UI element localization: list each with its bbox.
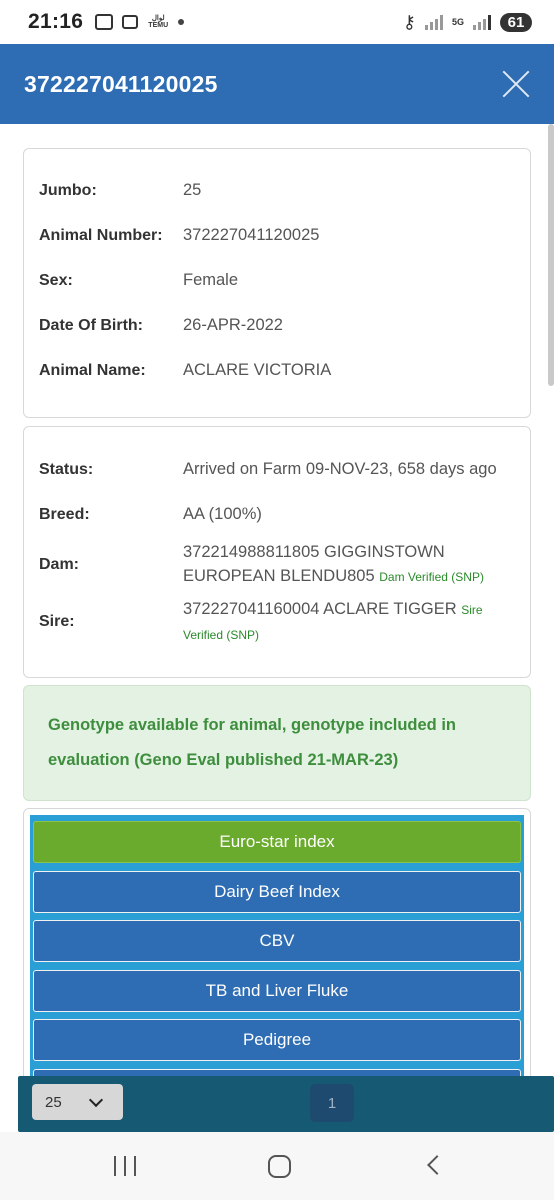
status-right-icons: ⚷ 5G 61 — [403, 12, 532, 33]
status-time: 21:16 — [28, 10, 84, 33]
menu-dairy-beef-index[interactable]: Dairy Beef Index — [33, 871, 521, 913]
info-value: Female — [183, 271, 239, 289]
info-value: 26-APR-2022 — [183, 316, 283, 334]
vpn-key-icon: ⚷ — [402, 11, 416, 32]
page-number-button[interactable]: 1 — [310, 1084, 354, 1122]
menu-euro-star-index[interactable]: Euro-star index — [33, 821, 521, 863]
page-size-value: 25 — [45, 1093, 62, 1111]
breed-value: AA (100%) — [183, 505, 262, 523]
modal-title: 372227041120025 — [24, 70, 218, 97]
status-value: Arrived on Farm 09-NOV-23, 658 days ago — [183, 460, 497, 478]
page-size-select[interactable]: 25 — [32, 1084, 123, 1120]
sire-value-block: 372227041160004 ACLARE TIGGER Sire Verif… — [183, 597, 503, 647]
dam-value-block: 372214988811805 GIGGINSTOWN EUROPEAN BLE… — [183, 540, 518, 589]
battery-indicator: 61 — [500, 12, 532, 32]
breed-label: Breed: — [39, 505, 90, 523]
back-icon[interactable] — [427, 1155, 447, 1175]
signal-bars-icon — [424, 14, 443, 30]
status-label: Status: — [39, 460, 94, 478]
info-label: Sex: — [39, 271, 73, 289]
sire-value: 372227041160004 ACLARE TIGGER — [183, 600, 457, 618]
sire-label: Sire: — [39, 613, 75, 630]
animal-info-card: Jumbo: 25 Animal Number: 372227041120025… — [23, 148, 531, 418]
network-type-label: 5G — [451, 16, 464, 27]
info-row-animal-name: Animal Name: ACLARE VICTORIA — [39, 361, 520, 380]
dam-label: Dam: — [39, 555, 80, 573]
info-label: Animal Name: — [39, 361, 146, 379]
info-label: Jumbo: — [39, 181, 97, 199]
info-value: ACLARE VICTORIA — [183, 361, 332, 379]
evaluation-menu: Euro-star index Dairy Beef Index CBV TB … — [23, 808, 531, 1108]
more-notifications-dot-icon — [178, 19, 185, 25]
dam-row: Dam: 372214988811805 GIGGINSTOWN EUROPEA… — [39, 540, 520, 589]
calendar-icon — [122, 15, 139, 29]
info-row-dob: Date Of Birth: 26-APR-2022 — [39, 316, 520, 335]
pagination-bar: 25 1 — [18, 1076, 554, 1132]
status-row: Status: Arrived on Farm 09-NOV-23, 658 d… — [39, 460, 520, 479]
info-row-sex: Sex: Female — [39, 271, 520, 290]
recent-apps-icon[interactable] — [114, 1156, 138, 1176]
dam-verified-badge: Dam Verified (SNP) — [379, 570, 484, 584]
genotype-notice-text: Genotype available for animal, genotype … — [48, 716, 457, 769]
close-icon[interactable] — [500, 68, 532, 100]
genotype-notice: Genotype available for animal, genotype … — [23, 685, 531, 801]
system-status-bar: 21:16 لوال TEMU ⚷ 5G 61 — [0, 0, 554, 44]
sire-row: Sire: 372227041160004 ACLARE TIGGER Sire… — [39, 597, 520, 647]
scrollbar[interactable] — [548, 124, 554, 386]
system-navigation-bar — [0, 1132, 554, 1200]
breed-row: Breed: AA (100%) — [39, 505, 520, 524]
evaluation-menu-list: Euro-star index Dairy Beef Index CBV TB … — [30, 815, 524, 1107]
menu-pedigree[interactable]: Pedigree — [33, 1019, 521, 1061]
info-row-jumbo: Jumbo: 25 — [39, 181, 520, 200]
screenshot-icon — [95, 14, 114, 30]
notification-icons: لوال TEMU — [95, 14, 185, 30]
info-value: 25 — [183, 181, 202, 199]
info-label: Date Of Birth: — [39, 316, 143, 334]
chevron-down-icon — [88, 1092, 104, 1108]
menu-tb-liver-fluke[interactable]: TB and Liver Fluke — [33, 970, 521, 1012]
info-value: 372227041120025 — [183, 226, 320, 244]
status-info-card: Status: Arrived on Farm 09-NOV-23, 658 d… — [23, 426, 531, 678]
info-row-animal-number: Animal Number: 372227041120025 — [39, 226, 520, 245]
modal-header: 372227041120025 — [0, 44, 554, 124]
home-icon[interactable] — [268, 1155, 291, 1178]
signal-bars-icon-2 — [473, 14, 491, 30]
temu-icon: لوال TEMU — [148, 15, 169, 29]
info-label: Animal Number: — [39, 226, 163, 244]
menu-cbv[interactable]: CBV — [33, 920, 521, 962]
